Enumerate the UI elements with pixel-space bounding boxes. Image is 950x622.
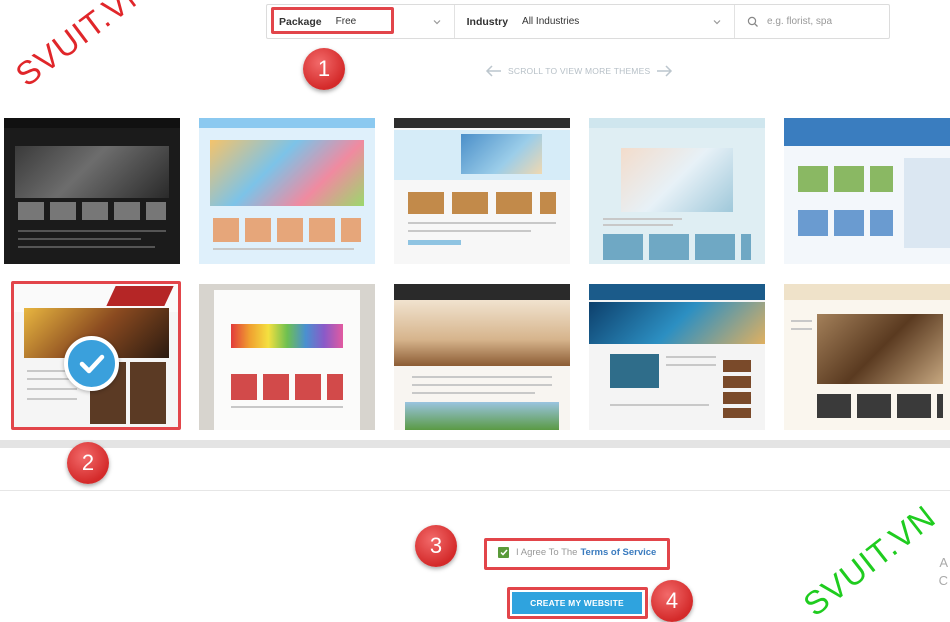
search-icon bbox=[747, 16, 758, 27]
theme-thumbnail[interactable] bbox=[784, 118, 950, 264]
create-button-highlight bbox=[507, 587, 648, 619]
theme-thumbnail[interactable] bbox=[199, 118, 375, 264]
scroll-hint: SCROLL TO VIEW MORE THEMES bbox=[485, 64, 673, 78]
theme-thumbnail[interactable] bbox=[4, 118, 180, 264]
watermark-bottom: SVUIT.VN bbox=[796, 497, 943, 622]
selected-check bbox=[64, 336, 119, 391]
step-marker-3: 3 bbox=[415, 525, 457, 567]
step-marker-1: 1 bbox=[303, 48, 345, 90]
theme-thumbnail[interactable] bbox=[394, 118, 570, 264]
arrow-right-icon[interactable] bbox=[655, 65, 673, 77]
search-input[interactable] bbox=[767, 16, 877, 27]
gallery-scrollbar[interactable] bbox=[0, 440, 950, 448]
theme-thumbnail[interactable] bbox=[589, 284, 765, 430]
watermark-top: SVUIT.VN bbox=[8, 0, 156, 94]
package-highlight bbox=[271, 7, 394, 34]
theme-thumbnail[interactable] bbox=[199, 284, 375, 430]
step-marker-2: 2 bbox=[67, 442, 109, 484]
arrow-left-icon[interactable] bbox=[485, 65, 503, 77]
side-text: C bbox=[938, 573, 948, 588]
side-text: A bbox=[939, 555, 948, 570]
terms-highlight bbox=[484, 538, 670, 570]
footer-divider bbox=[0, 490, 950, 491]
theme-thumbnail[interactable] bbox=[784, 284, 950, 430]
theme-thumbnail[interactable] bbox=[394, 284, 570, 430]
chevron-down-icon bbox=[713, 20, 721, 25]
theme-thumbnail[interactable] bbox=[589, 118, 765, 264]
industry-value: All Industries bbox=[522, 16, 580, 27]
industry-select[interactable]: Industry All Industries bbox=[453, 5, 734, 38]
chevron-down-icon bbox=[433, 20, 441, 25]
industry-label: Industry bbox=[466, 15, 509, 28]
search-box bbox=[734, 5, 889, 38]
scroll-hint-text: SCROLL TO VIEW MORE THEMES bbox=[508, 66, 651, 76]
step-marker-4: 4 bbox=[651, 580, 693, 622]
checkmark-icon bbox=[79, 354, 104, 373]
